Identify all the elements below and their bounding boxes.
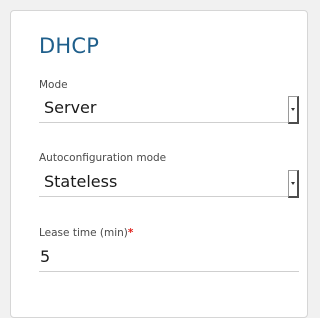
section-title: DHCP — [39, 34, 100, 58]
mode-dropdown-button[interactable] — [288, 96, 299, 124]
mode-select[interactable]: Server — [39, 96, 299, 124]
lease-time-input[interactable]: 5 — [39, 246, 299, 272]
chevron-down-icon — [291, 182, 295, 185]
chevron-down-icon — [291, 108, 295, 111]
dhcp-settings-card: DHCP Mode Server Autoconfiguration mode … — [10, 10, 308, 318]
autoconfiguration-mode-label: Autoconfiguration mode — [39, 152, 167, 164]
mode-label: Mode — [39, 79, 68, 91]
lease-time-label: Lease time (min)* — [39, 227, 133, 239]
mode-value: Server — [44, 98, 97, 117]
lease-time-value: 5 — [40, 247, 51, 266]
autoconfiguration-mode-value: Stateless — [44, 172, 118, 191]
autoconfiguration-mode-dropdown-button[interactable] — [288, 170, 299, 198]
autoconfiguration-mode-select[interactable]: Stateless — [39, 170, 299, 198]
lease-time-label-text: Lease time (min) — [39, 227, 128, 239]
required-marker: * — [127, 227, 134, 239]
